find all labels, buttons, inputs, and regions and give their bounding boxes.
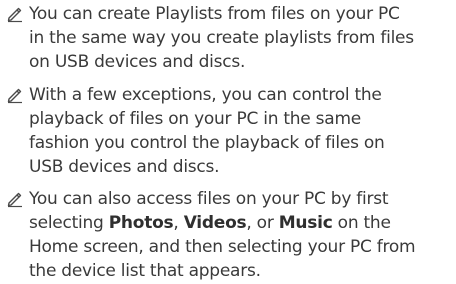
note-line: You can create Playlists from files on y… <box>29 4 400 24</box>
line-text: , <box>173 213 184 233</box>
note-line: on USB devices and discs. <box>29 52 246 72</box>
note-line: Home screen, and then selecting your PC … <box>29 237 416 257</box>
line-text: , or <box>246 213 279 233</box>
music-term: Music <box>278 213 333 233</box>
note-line: the device list that appears. <box>29 261 261 281</box>
note-text: You can create Playlists from files on y… <box>29 2 453 74</box>
note-pencil-icon <box>7 192 22 208</box>
videos-term: Videos <box>183 213 247 233</box>
line-text: selecting <box>29 213 109 233</box>
note-item: You can create Playlists from files on y… <box>0 2 456 77</box>
note-line: playback of files on your PC in the same <box>29 109 361 129</box>
notes-list: You can create Playlists from files on y… <box>0 0 456 284</box>
line-text: on the <box>332 213 391 233</box>
note-line: With a few exceptions, you can control t… <box>29 85 382 105</box>
note-text: You can also access files on your PC by … <box>29 187 453 283</box>
note-pencil-icon <box>7 7 22 23</box>
note-line: fashion you control the playback of file… <box>29 133 385 153</box>
photos-term: Photos <box>108 213 174 233</box>
note-text: With a few exceptions, you can control t… <box>29 83 453 179</box>
note-item: You can also access files on your PC by … <box>0 187 456 284</box>
note-pencil-icon <box>7 88 22 104</box>
note-item: With a few exceptions, you can control t… <box>0 83 456 182</box>
note-line: USB devices and discs. <box>29 157 220 177</box>
note-line: selecting Photos, Videos, or Music on th… <box>29 211 453 235</box>
note-line: in the same way you create playlists fro… <box>29 28 414 48</box>
note-line: You can also access files on your PC by … <box>29 189 389 209</box>
